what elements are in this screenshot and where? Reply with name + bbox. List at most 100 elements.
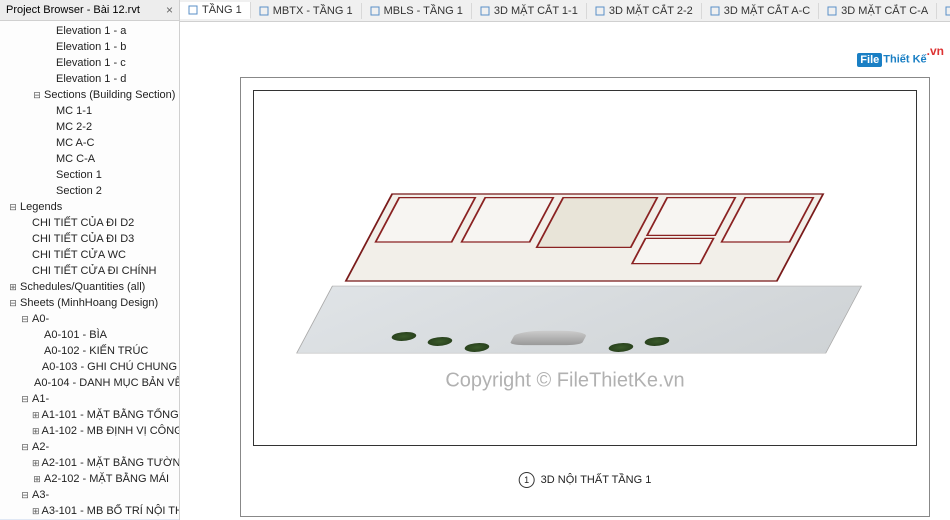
tree-item[interactable]: MC 1-1 [0,103,179,119]
collapse-icon[interactable]: ⊟ [20,312,30,326]
tree-item[interactable]: CHI TIẾT CỬA ĐI CHÍNH [0,263,179,279]
tree-item-label: Sections (Building Section) [44,88,175,102]
collapse-icon[interactable]: ⊟ [32,88,42,102]
expand-icon[interactable]: ⊞ [32,504,40,518]
tree-item-label: Section 2 [56,184,102,198]
view-tab-label: MBLS - TẦNG 1 [384,5,463,17]
view-tab-icon [480,6,490,16]
tree-item-label: A0-102 - KIẾN TRÚC [44,344,148,358]
tree-item[interactable]: CHI TIẾT CỦA ĐI D3 [0,231,179,247]
tree-item-label: MC 2-2 [56,120,92,134]
tree-item[interactable]: ⊟A0- [0,311,179,327]
tree-item-label: MC 1-1 [56,104,92,118]
view-tab[interactable]: 3D MẶT CẮT A-C [702,3,819,19]
tree-item-label: A3- [32,488,49,502]
tree-item[interactable]: ⊞A3-101 - MB BỐ TRÍ NỘI THẤT TẦNG [0,503,179,519]
tree-item[interactable]: ⊞A1-102 - MB ĐỊNH VỊ CÔNG TRÌNH [0,423,179,439]
tree-item-label: A1-101 - MẶT BẰNG TỔNG THỂ [42,408,180,422]
tree-item[interactable]: Elevation 1 - d [0,71,179,87]
view-tab-label: MBTX - TẦNG 1 [273,5,353,17]
tree-item-label: A0-101 - BÌA [44,328,107,342]
tree-item[interactable]: ⊟A2- [0,439,179,455]
view-tab-icon [710,6,720,16]
tree-item[interactable]: ⊞A1-101 - MẶT BẰNG TỔNG THỂ [0,407,179,423]
tree-item[interactable]: MC C-A [0,151,179,167]
collapse-icon[interactable]: ⊟ [20,488,30,502]
expand-icon[interactable]: ⊞ [32,424,40,438]
view-tab[interactable]: 3D View 3 [937,3,950,19]
tree-item[interactable]: ⊞Schedules/Quantities (all) [0,279,179,295]
watermark-logo: FileThiết Kế.vn [857,44,944,69]
tree-item-label: MC C-A [56,152,95,166]
tree-item[interactable]: CHI TIẾT CỦA ĐI D2 [0,215,179,231]
view-tab-label: 3D MẶT CẮT 2-2 [609,5,693,17]
expand-icon[interactable]: ⊞ [32,472,42,486]
tree-item[interactable]: A0-101 - BÌA [0,327,179,343]
tree-item[interactable]: MC A-C [0,135,179,151]
tree-item-label: CHI TIẾT CỬA ĐI CHÍNH [32,264,157,278]
view-tab-label: 3D MẶT CẮT 1-1 [494,5,578,17]
tree-item[interactable]: ⊟Legends [0,199,179,215]
tree-item[interactable]: Elevation 1 - c [0,55,179,71]
tree-item-label: Elevation 1 - b [56,40,126,54]
expand-icon[interactable]: ⊞ [8,280,18,294]
tree-item[interactable]: ⊟A3- [0,487,179,503]
expand-icon[interactable]: ⊞ [32,456,40,470]
tree-item[interactable]: MC 2-2 [0,119,179,135]
tree-item-label: Schedules/Quantities (all) [20,280,145,294]
view-tab-icon [259,6,269,16]
tree-item[interactable]: CHI TIẾT CỬA WC [0,247,179,263]
tree-item[interactable]: ⊟A1- [0,391,179,407]
view-tab[interactable]: 3D MẶT CẮT C-A [819,3,937,19]
project-tree: Elevation 1 - aElevation 1 - bElevation … [0,21,179,520]
view-tab-icon [370,6,380,16]
view-title-marker: 1 [519,472,535,488]
sheet-frame: 1 3D NỘI THẤT TẦNG 1 [240,77,930,517]
tree-item-label: CHI TIẾT CỦA ĐI D2 [32,216,134,230]
view-tab[interactable]: 3D MẶT CẮT 1-1 [472,3,587,19]
collapse-icon[interactable]: ⊟ [8,296,18,310]
tree-item-label: MC A-C [56,136,95,150]
tree-item-label: Elevation 1 - a [56,24,126,38]
view-title-text: 3D NỘI THẤT TẦNG 1 [541,474,652,486]
viewport-border [253,90,917,446]
view-tab[interactable]: TẦNG 1 [180,2,251,19]
tree-item-label: Legends [20,200,62,214]
tree-item[interactable]: Section 1 [0,167,179,183]
tree-item[interactable]: Elevation 1 - a [0,23,179,39]
tree-item[interactable]: ⊞A2-102 - MẶT BẰNG MÁI [0,471,179,487]
collapse-icon[interactable]: ⊟ [8,200,18,214]
view-tab-icon [188,5,198,15]
tree-item[interactable]: Elevation 1 - b [0,39,179,55]
close-icon[interactable]: × [166,3,173,17]
project-browser-panel: Project Browser - Bài 12.rvt × Elevation… [0,0,180,520]
tree-item[interactable]: ⊞A2-101 - MẶT BẰNG TƯỜNG XÂY TẦNG [0,455,179,471]
tree-item[interactable]: ⊟Sheets (MinhHoang Design) [0,295,179,311]
view-tab[interactable]: MBLS - TẦNG 1 [362,3,472,19]
project-browser-title: Project Browser - Bài 12.rvt [6,4,140,16]
tree-item[interactable]: ⊟Sections (Building Section) [0,87,179,103]
drawing-canvas[interactable]: FileThiết Kế.vn [180,22,950,520]
tree-item-label: A1-102 - MB ĐỊNH VỊ CÔNG TRÌNH [42,424,180,438]
collapse-icon[interactable]: ⊟ [20,440,30,454]
tree-item[interactable]: Section 2 [0,183,179,199]
view-tab[interactable]: 3D MẶT CẮT 2-2 [587,3,702,19]
tree-item-label: Section 1 [56,168,102,182]
tree-item-label: CHI TIẾT CỦA ĐI D3 [32,232,134,246]
tree-item[interactable]: A0-104 - DANH MỤC BẢN VẼ [0,375,179,391]
tree-item-label: CHI TIẾT CỬA WC [32,248,126,262]
collapse-icon[interactable]: ⊟ [20,392,30,406]
tree-item[interactable]: A0-102 - KIẾN TRÚC [0,343,179,359]
expand-icon[interactable]: ⊞ [32,408,40,422]
tree-item-label: A2- [32,440,49,454]
tree-item-label: A0-103 - GHI CHÚ CHUNG [42,360,177,374]
view-tab-label: 3D MẶT CẮT A-C [724,5,810,17]
view-title: 1 3D NỘI THẤT TẦNG 1 [519,472,652,488]
floorplan-3d-render [284,111,886,405]
view-tab-icon [945,6,950,16]
view-tab[interactable]: MBTX - TẦNG 1 [251,3,362,19]
view-tab-label: TẦNG 1 [202,4,242,16]
view-tab-icon [595,6,605,16]
tree-item-label: A2-102 - MẶT BẰNG MÁI [44,472,169,486]
tree-item[interactable]: A0-103 - GHI CHÚ CHUNG [0,359,179,375]
